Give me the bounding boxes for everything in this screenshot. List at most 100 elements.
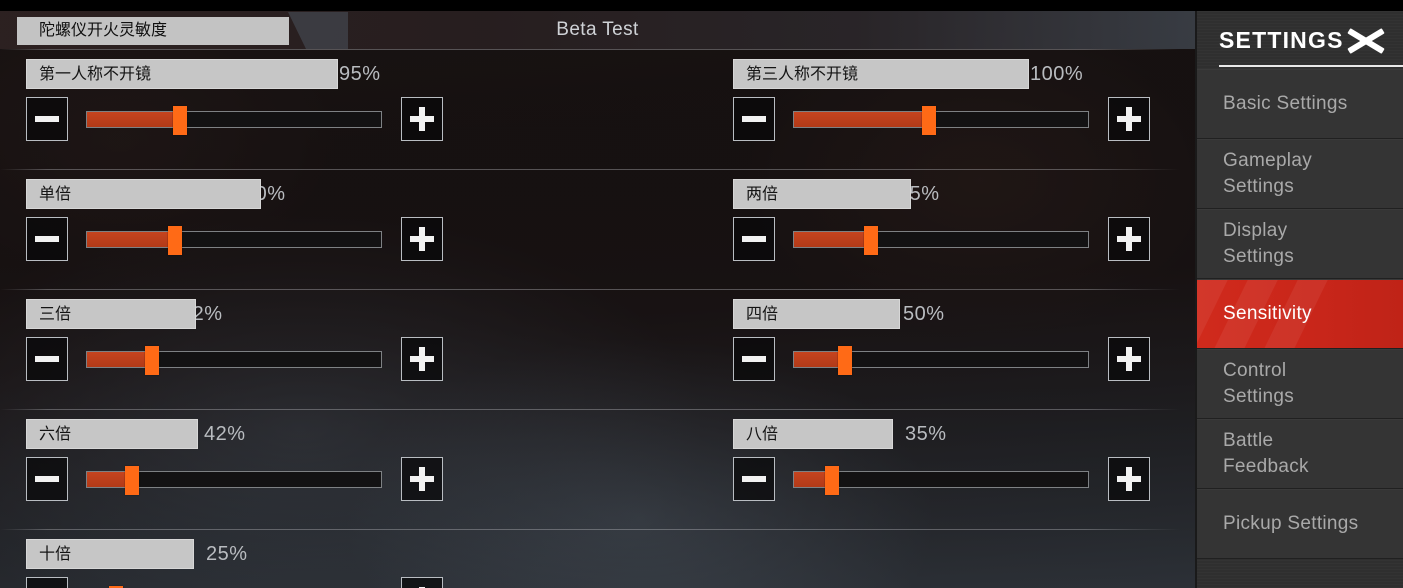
sidebar-item-label: Sensitivity bbox=[1223, 303, 1312, 324]
sensitivity-slider-track[interactable] bbox=[793, 226, 1089, 255]
sidebar-header: SETTINGS bbox=[1197, 11, 1403, 67]
minus-icon bbox=[742, 116, 766, 122]
slider-fill bbox=[794, 112, 930, 127]
sensitivity-slider-track[interactable] bbox=[86, 466, 382, 495]
increase-button[interactable] bbox=[1108, 457, 1150, 501]
sensitivity-row: 90% 单倍 75% 两倍 bbox=[0, 169, 1180, 289]
increase-button[interactable] bbox=[1108, 97, 1150, 141]
decrease-button[interactable] bbox=[26, 457, 68, 501]
sensitivity-cell: 35% 八倍 bbox=[733, 409, 1173, 529]
minus-icon bbox=[742, 236, 766, 242]
slider-thumb[interactable] bbox=[172, 106, 187, 135]
sensitivity-slider-group bbox=[733, 457, 1173, 509]
sensitivity-row: 95% 第一人称不开镜 100% 第三人称不开镜 bbox=[0, 49, 1180, 169]
sidebar-item-sensitivity[interactable]: Sensitivity bbox=[1197, 279, 1403, 349]
sensitivity-slider-group bbox=[26, 217, 466, 269]
sensitivity-slider-track[interactable] bbox=[86, 106, 382, 135]
sensitivity-slider-group bbox=[733, 97, 1173, 149]
sidebar-item-battle-feedback[interactable]: Battle Feedback bbox=[1197, 419, 1403, 489]
sidebar-menu: Basic Settings Gameplay Settings Display S… bbox=[1197, 69, 1403, 559]
sensitivity-slider-track[interactable] bbox=[86, 226, 382, 255]
sensitivity-slider-track[interactable] bbox=[86, 346, 382, 375]
close-x-icon[interactable] bbox=[1344, 23, 1386, 57]
minus-icon bbox=[35, 356, 59, 362]
increase-button[interactable] bbox=[1108, 217, 1150, 261]
slider-thumb[interactable] bbox=[837, 346, 852, 375]
minus-icon bbox=[742, 356, 766, 362]
plus-icon-vertical bbox=[1126, 467, 1132, 491]
increase-button[interactable] bbox=[1108, 337, 1150, 381]
sensitivity-slider-group bbox=[26, 457, 466, 509]
sensitivity-cell: 95% 第一人称不开镜 bbox=[26, 49, 466, 169]
sensitivity-value: 42% bbox=[204, 423, 246, 445]
sensitivity-row: 62% 三倍 50% 四倍 bbox=[0, 289, 1180, 409]
plus-icon-vertical bbox=[419, 107, 425, 131]
sensitivity-label-chip: 第三人称不开镜 bbox=[733, 59, 1029, 89]
decrease-button[interactable] bbox=[733, 337, 775, 381]
sidebar-item-label: Battle Feedback bbox=[1223, 430, 1309, 477]
slider-thumb[interactable] bbox=[168, 226, 183, 255]
sensitivity-slider-group bbox=[733, 217, 1173, 269]
minus-icon bbox=[35, 476, 59, 482]
decrease-button[interactable] bbox=[733, 457, 775, 501]
sensitivity-slider-group bbox=[733, 337, 1173, 389]
sensitivity-value: 25% bbox=[206, 543, 248, 565]
decrease-button[interactable] bbox=[733, 97, 775, 141]
sensitivity-cell: 50% 四倍 bbox=[733, 289, 1173, 409]
sidebar-item-basic-settings[interactable]: Basic Settings bbox=[1197, 69, 1403, 139]
minus-icon bbox=[35, 236, 59, 242]
sidebar-item-pickup-settings[interactable]: Pickup Settings bbox=[1197, 489, 1403, 559]
sidebar-title-underline bbox=[1219, 65, 1403, 67]
slider-thumb[interactable] bbox=[825, 466, 840, 495]
sensitivity-label-chip: 三倍 bbox=[26, 299, 196, 329]
sensitivity-slider-group bbox=[26, 97, 466, 149]
sidebar-item-display-settings[interactable]: Display Settings bbox=[1197, 209, 1403, 279]
sidebar-item-label: Pickup Settings bbox=[1223, 513, 1359, 534]
sensitivity-slider-track[interactable] bbox=[793, 106, 1089, 135]
sensitivity-row: 42% 六倍 35% 八倍 bbox=[0, 409, 1180, 529]
sidebar-item-label: Display Settings bbox=[1223, 220, 1295, 267]
minus-icon bbox=[742, 476, 766, 482]
plus-icon-vertical bbox=[419, 227, 425, 251]
increase-button[interactable] bbox=[401, 457, 443, 501]
sidebar-item-control-settings[interactable]: Control Settings bbox=[1197, 349, 1403, 419]
sidebar-item-label: Basic Settings bbox=[1223, 93, 1348, 114]
plus-icon-vertical bbox=[419, 347, 425, 371]
increase-button[interactable] bbox=[401, 97, 443, 141]
sensitivity-rows: 95% 第一人称不开镜 100% 第三人称不开镜 90% 单倍 75% 两倍 62% 三倍 50% 四… bbox=[0, 49, 1195, 588]
decrease-button[interactable] bbox=[26, 337, 68, 381]
decrease-button[interactable] bbox=[26, 97, 68, 141]
plus-icon-vertical bbox=[419, 467, 425, 491]
sensitivity-label-chip: 六倍 bbox=[26, 419, 198, 449]
sensitivity-cell: 100% 第三人称不开镜 bbox=[733, 49, 1173, 169]
decrease-button[interactable] bbox=[26, 577, 68, 588]
slider-thumb[interactable] bbox=[124, 466, 139, 495]
sensitivity-value: 50% bbox=[903, 303, 945, 325]
slider-fill bbox=[87, 112, 180, 127]
sensitivity-cell: 90% 单倍 bbox=[26, 169, 466, 289]
minus-icon bbox=[35, 116, 59, 122]
sensitivity-slider-track[interactable] bbox=[793, 466, 1089, 495]
sensitivity-cell: 42% 六倍 bbox=[26, 409, 466, 529]
sensitivity-slider-group bbox=[26, 337, 466, 389]
increase-button[interactable] bbox=[401, 337, 443, 381]
plus-icon-vertical bbox=[1126, 347, 1132, 371]
sensitivity-value: 100% bbox=[1030, 63, 1084, 85]
increase-button[interactable] bbox=[401, 217, 443, 261]
sensitivity-slider-track[interactable] bbox=[793, 346, 1089, 375]
slider-fill bbox=[87, 352, 152, 367]
decrease-button[interactable] bbox=[733, 217, 775, 261]
sensitivity-label-chip: 四倍 bbox=[733, 299, 900, 329]
sensitivity-label-chip: 单倍 bbox=[26, 179, 261, 209]
sensitivity-row: 25% 十倍 bbox=[0, 529, 1180, 588]
sidebar-item-gameplay-settings[interactable]: Gameplay Settings bbox=[1197, 139, 1403, 209]
sensitivity-label-chip: 八倍 bbox=[733, 419, 893, 449]
slider-thumb[interactable] bbox=[144, 346, 159, 375]
decrease-button[interactable] bbox=[26, 217, 68, 261]
increase-button[interactable] bbox=[401, 577, 443, 588]
page-title-chip: 陀螺仪开火灵敏度 bbox=[17, 17, 289, 45]
sidebar-item-label: Gameplay Settings bbox=[1223, 150, 1312, 197]
slider-thumb[interactable] bbox=[864, 226, 879, 255]
sidebar-item-label: Control Settings bbox=[1223, 360, 1295, 407]
slider-thumb[interactable] bbox=[922, 106, 937, 135]
